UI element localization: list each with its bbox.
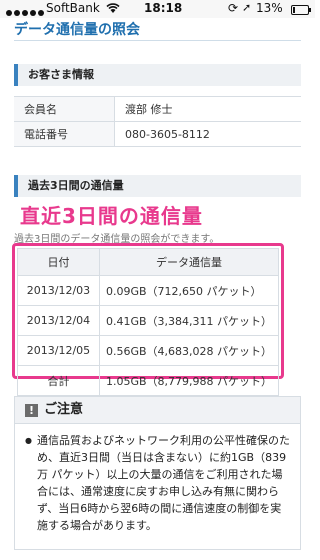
usage-date: 2013/12/04 xyxy=(17,305,100,336)
table-row: 2013/12/05 0.56GB（4,683,028 パケット） xyxy=(17,335,280,366)
notice-text: 通信品質およびネットワーク利用の公平性確保のため、直近3日間（当日は含まない）に… xyxy=(15,424,300,534)
usage-total-label: 合計 xyxy=(17,365,100,396)
usage-amount: 0.56GB（4,683,028 パケット） xyxy=(98,335,280,366)
battery-percentage: 13% xyxy=(256,1,283,15)
table-row: 合計 1.05GB（8,779,988 パケット） xyxy=(17,365,280,396)
customer-info-heading: お客さま情報 xyxy=(14,64,301,86)
annotation-caption: 直近3日間の通信量 xyxy=(20,204,203,228)
notice-heading-bar: ! ご注意 xyxy=(15,397,300,424)
usage-date: 2013/12/05 xyxy=(17,335,100,366)
customer-info-table: 会員名 渡部 修士 電話番号 080-3605-8112 xyxy=(14,96,301,147)
table-row: 2013/12/03 0.09GB（712,650 パケット） xyxy=(17,275,280,306)
date-column-header: 日付 xyxy=(17,248,100,276)
notice-box: ! ご注意 通信品質およびネットワーク利用の公平性確保のため、直近3日間（当日は含… xyxy=(14,396,301,550)
rotation-lock-icon: ⟳ xyxy=(228,1,239,15)
page-title: データ通信量の照会 xyxy=(14,22,140,38)
usage-column-header: データ通信量 xyxy=(98,248,280,276)
clock: 18:18 xyxy=(144,1,183,15)
battery-icon xyxy=(291,5,311,15)
status-bar: SoftBank 18:18 ⟳ ➚ 13% xyxy=(0,0,315,18)
usage-total-amount: 1.05GB（8,779,988 パケット） xyxy=(98,365,280,396)
usage-amount: 0.09GB（712,650 パケット） xyxy=(98,275,280,306)
phone-number-value: 080-3605-8112 xyxy=(114,121,301,147)
phone-number-label: 電話番号 xyxy=(14,121,115,147)
wifi-icon xyxy=(106,2,120,17)
title-divider xyxy=(14,40,301,41)
table-row: 電話番号 080-3605-8112 xyxy=(14,121,301,147)
member-name-value: 渡部 修士 xyxy=(114,96,301,122)
table-row: 2013/12/04 0.41GB（3,384,311 パケット） xyxy=(17,305,280,336)
table-header-row: 日付 データ通信量 xyxy=(17,248,280,276)
table-row: 会員名 渡部 修士 xyxy=(14,96,301,122)
member-name-label: 会員名 xyxy=(14,96,115,122)
usage-date: 2013/12/03 xyxy=(17,275,100,306)
usage-heading: 過去3日間の通信量 xyxy=(14,175,301,197)
notice-heading: ご注意 xyxy=(44,402,84,417)
usage-table: 日付 データ通信量 2013/12/03 0.09GB（712,650 パケット… xyxy=(17,248,280,396)
signal-strength-icon xyxy=(6,5,46,19)
carrier-name: SoftBank xyxy=(46,1,100,15)
location-arrow-icon: ➚ xyxy=(242,1,252,14)
exclamation-icon: ! xyxy=(25,404,38,417)
usage-amount: 0.41GB（3,384,311 パケット） xyxy=(98,305,280,336)
